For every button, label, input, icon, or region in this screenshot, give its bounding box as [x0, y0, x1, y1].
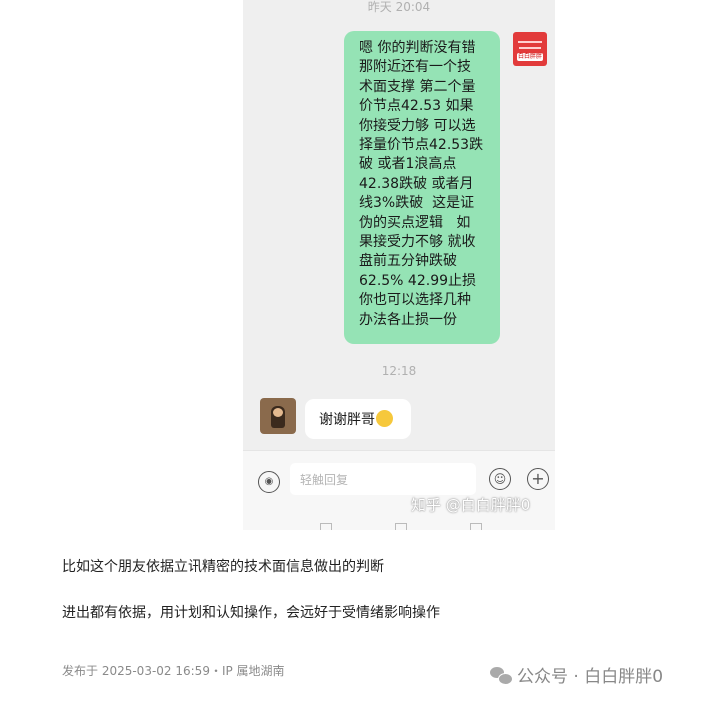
publish-meta: 发布于 2025-03-02 16:59・IP 属地湖南: [62, 664, 285, 678]
my-message-bubble: 嗯 你的判断没有错 那附近还有一个技 术面支撑 第二个量 价节点42.53 如果…: [344, 31, 500, 344]
friend-message-bubble: 谢谢胖哥: [305, 399, 411, 439]
friend-message-text: 谢谢胖哥: [319, 412, 375, 428]
wechat-account-label: 公众号 · 白白胖胖0: [517, 667, 664, 687]
reply-input-placeholder: 轻触回复: [300, 473, 349, 487]
friend-avatar: [260, 398, 296, 434]
my-avatar: 白白胖胖: [513, 32, 547, 66]
chat-input-bar: ◉ 轻触回复 ☺ + 知乎 @白白胖胖0: [243, 450, 555, 530]
plus-icon[interactable]: +: [527, 468, 549, 490]
article-paragraph-1: 比如这个朋友依据立讯精密的技术面信息做出的判断: [62, 559, 384, 575]
smile-emoji-icon: [376, 410, 393, 427]
voice-icon[interactable]: ◉: [258, 471, 280, 493]
wechat-icon: [490, 667, 513, 685]
my-message-text: 嗯 你的判断没有错 那附近还有一个技 术面支撑 第二个量 价节点42.53 如果…: [359, 40, 484, 328]
chat-timestamp-top: 昨天 20:04: [367, 0, 431, 14]
wechat-account-badge[interactable]: 公众号 · 白白胖胖0: [490, 662, 663, 687]
chat-screenshot-image: 昨天 20:04 嗯 你的判断没有错 那附近还有一个技 术面支撑 第二个量 价节…: [243, 0, 555, 530]
chat-timestamp-mid: 12:18: [381, 364, 417, 378]
reply-input[interactable]: 轻触回复: [290, 463, 476, 495]
emoji-icon[interactable]: ☺: [489, 468, 511, 490]
my-avatar-tag: 白白胖胖: [517, 53, 543, 61]
article-paragraph-2: 进出都有依据，用计划和认知操作，会远好于受情绪影响操作: [62, 605, 440, 621]
zhihu-watermark: 知乎 @白白胖胖0: [411, 496, 531, 514]
phone-nav-bar: [243, 523, 555, 530]
